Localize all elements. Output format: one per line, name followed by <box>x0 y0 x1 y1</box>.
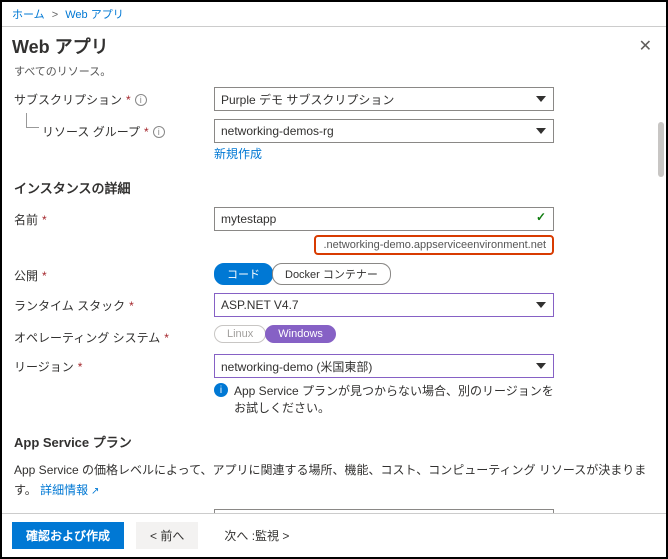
publish-docker-pill[interactable]: Docker コンテナー <box>272 263 391 285</box>
os-windows-pill[interactable]: Windows <box>265 325 336 343</box>
resource-group-select[interactable]: networking-demos-rg <box>214 119 554 143</box>
name-input[interactable]: mytestapp <box>214 207 554 231</box>
breadcrumb-current[interactable]: Web アプリ <box>65 9 123 21</box>
info-icon: i <box>214 383 228 397</box>
plan-section-desc: App Service の価格レベルによって、アプリに関連する場所、機能、コスト… <box>14 461 654 499</box>
domain-suffix-highlight: .networking-demo.appserviceenvironment.n… <box>314 235 554 255</box>
review-create-button[interactable]: 確認および作成 <box>12 522 124 549</box>
plan-details-link[interactable]: 詳細情報 <box>40 481 99 499</box>
prev-button[interactable]: < 前へ <box>136 522 198 549</box>
runtime-select[interactable]: ASP.NET V4.7 <box>214 293 554 317</box>
breadcrumb: ホーム > Web アプリ <box>2 2 666 27</box>
runtime-label: ランタイム スタック* <box>14 293 214 314</box>
plan-section-title: App Service プラン <box>14 432 654 451</box>
scrollbar-thumb[interactable] <box>658 122 664 177</box>
breadcrumb-home[interactable]: ホーム <box>12 9 45 21</box>
next-button[interactable]: 次へ :監視 > <box>210 522 303 549</box>
publish-label: 公開* <box>14 263 214 284</box>
region-select[interactable]: networking-demo (米国東部) <box>214 354 554 378</box>
partial-text: すべてのリソース。 <box>14 63 654 79</box>
create-new-rg-link[interactable]: 新規作成 <box>214 145 262 162</box>
os-linux-pill[interactable]: Linux <box>214 325 266 343</box>
region-label: リージョン* <box>14 354 214 375</box>
breadcrumb-sep: > <box>52 9 58 21</box>
resource-group-label: リソース グループ* i <box>14 119 214 140</box>
info-icon[interactable]: i <box>153 126 165 138</box>
info-icon[interactable]: i <box>135 94 147 106</box>
region-info-text: App Service プランが見つからない場合、別のリージョンをお試しください… <box>234 382 554 416</box>
page-title: Web アプリ <box>12 33 109 59</box>
scrollbar-track[interactable] <box>656 42 664 512</box>
instance-section-title: インスタンスの詳細 <box>14 178 654 197</box>
subscription-select[interactable]: Purple デモ サブスクリプション <box>214 87 554 111</box>
close-icon[interactable]: ✕ <box>635 36 656 56</box>
os-label: オペレーティング システム* <box>14 325 214 346</box>
name-label: 名前* <box>14 207 214 228</box>
subscription-label: サブスクリプション* i <box>14 87 214 108</box>
publish-code-pill[interactable]: コード <box>214 263 273 285</box>
